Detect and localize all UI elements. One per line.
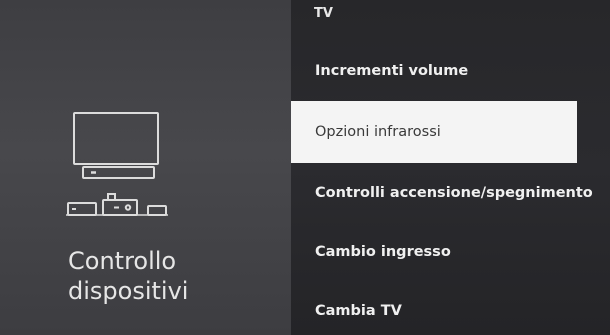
menu-item-cambio-ingresso[interactable]: Cambio ingresso bbox=[291, 232, 610, 272]
settings-menu: Incrementi volume Opzioni infrarossi Con… bbox=[291, 0, 610, 335]
menu-item-cambia-tv[interactable]: Cambia TV bbox=[291, 291, 610, 331]
menu-item-label: Controlli accensione/spegnimento bbox=[315, 185, 593, 201]
section-title-line1: Controllo bbox=[68, 247, 177, 275]
menu-item-label: Cambio ingresso bbox=[315, 244, 451, 260]
section-title: Controllo dispositivi bbox=[68, 246, 268, 306]
menu-item-opzioni-infrarossi[interactable]: Opzioni infrarossi bbox=[291, 101, 577, 163]
menu-item-label: Cambia TV bbox=[315, 303, 402, 319]
section-title-line2: dispositivi bbox=[68, 277, 189, 305]
menu-item-label: Opzioni infrarossi bbox=[315, 124, 441, 140]
menu-item-incrementi-volume[interactable]: Incrementi volume bbox=[291, 51, 610, 91]
left-panel: Controllo dispositivi bbox=[0, 0, 291, 335]
tv-devices-icon bbox=[66, 112, 168, 216]
menu-item-controlli-accensione[interactable]: Controlli accensione/spegnimento bbox=[291, 173, 610, 213]
menu-item-label: Incrementi volume bbox=[315, 63, 469, 79]
